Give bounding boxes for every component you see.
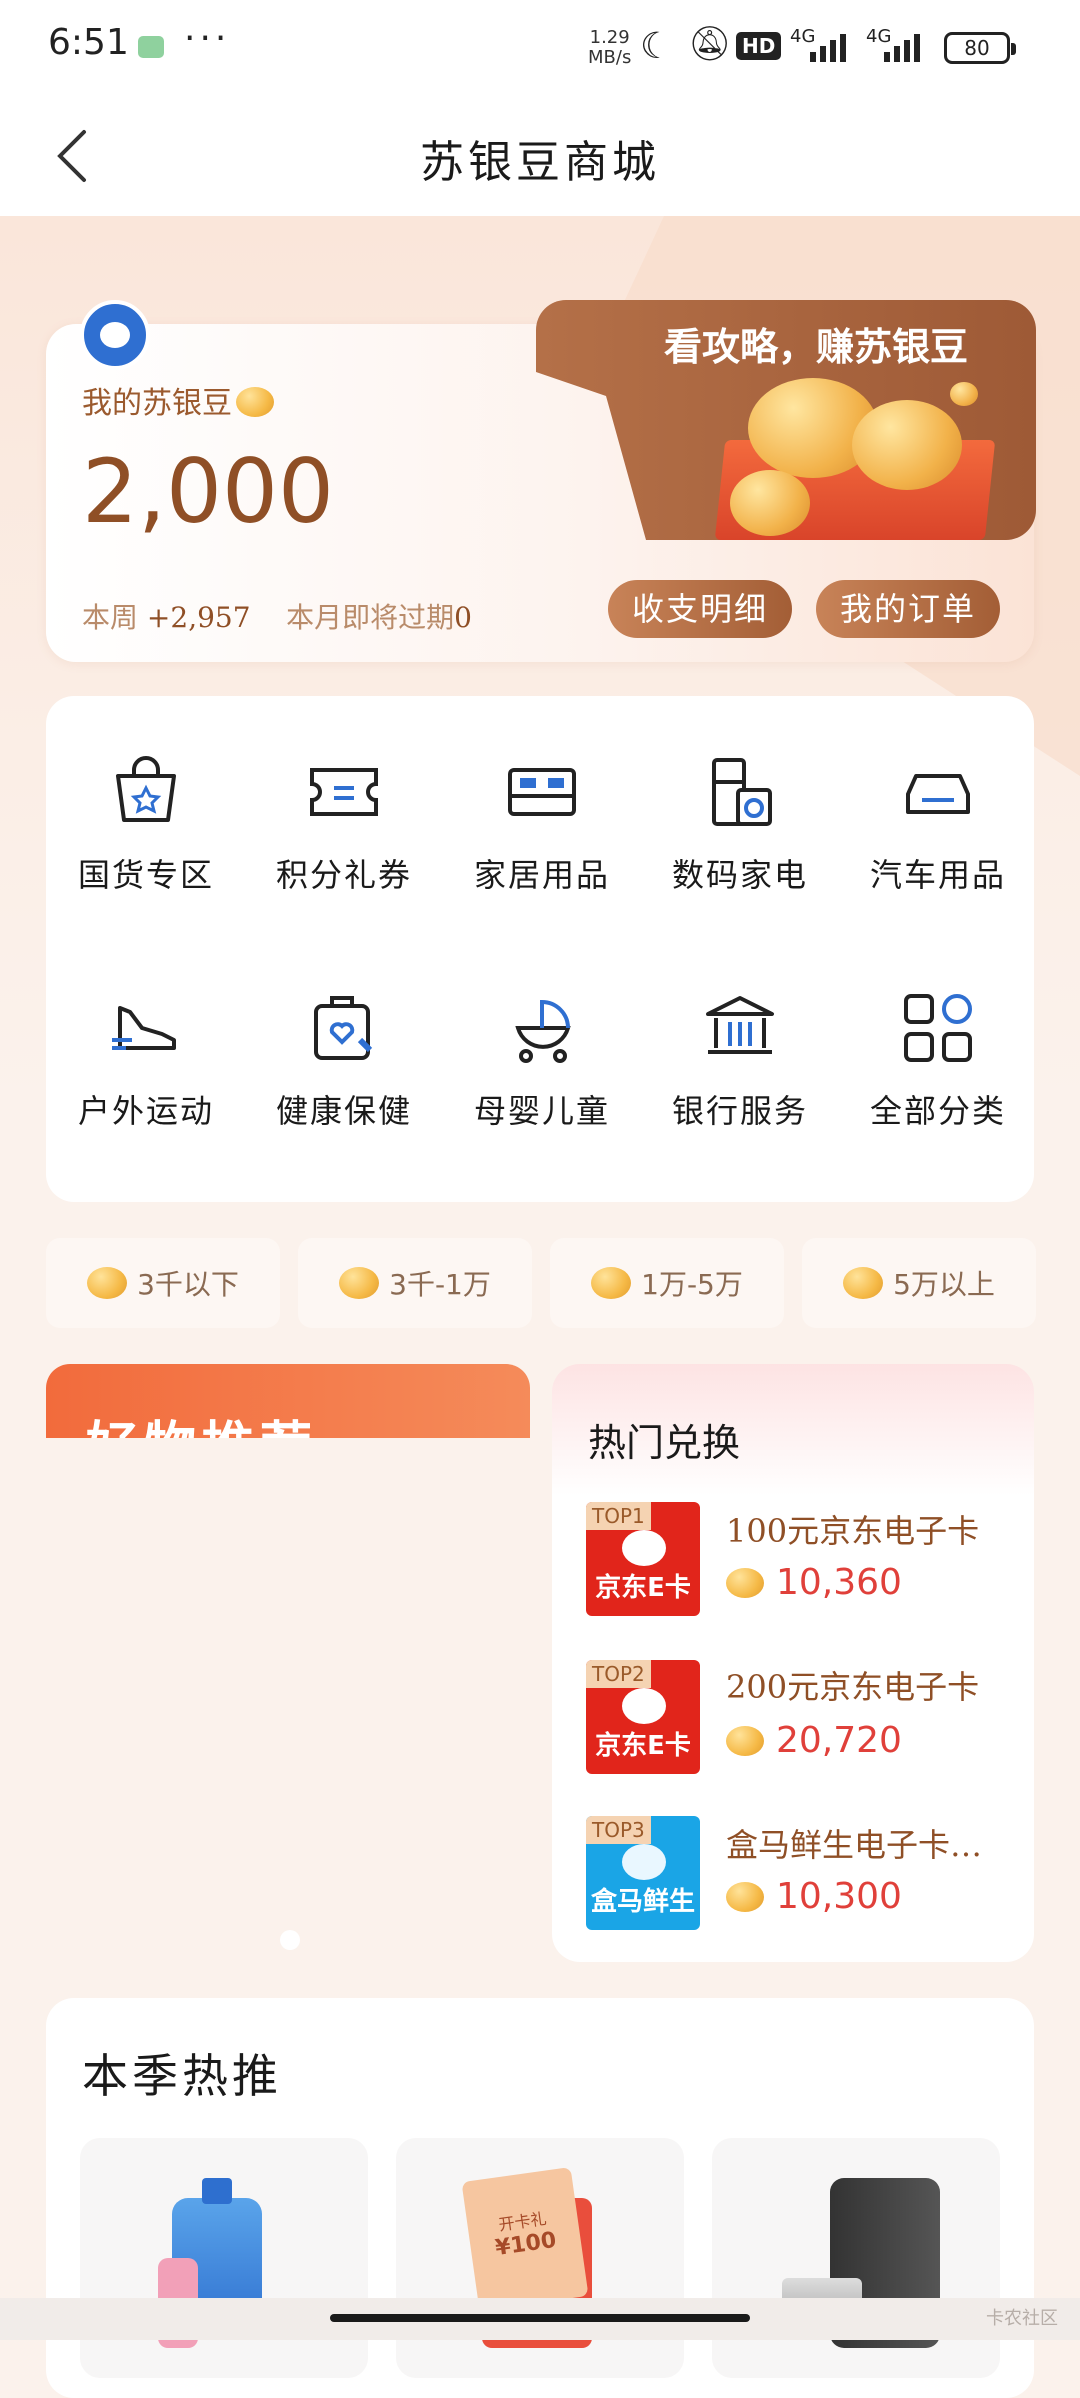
ticket-icon xyxy=(310,768,378,816)
hema-card-thumbnail[interactable]: TOP3 盒马鲜生 xyxy=(586,1816,700,1930)
hd-voice-icon: HD xyxy=(736,32,782,60)
earn-guide-text[interactable]: 看攻略，赚苏银豆 xyxy=(664,316,968,371)
mascot-avatar xyxy=(80,300,150,370)
item-price: 20,720 xyxy=(726,1720,902,1761)
category-outdoor[interactable]: 户外运动 xyxy=(56,988,236,1138)
bank-icon xyxy=(706,996,774,1054)
gift-card-image: 开卡礼 ¥100 xyxy=(461,2166,589,2312)
price-range-label: 3千以下 xyxy=(137,1268,239,1301)
carousel-indicator xyxy=(280,1930,300,1950)
category-health[interactable]: 健康保健 xyxy=(254,988,434,1138)
watermark: 卡农社区 xyxy=(986,2308,1058,2329)
bean-coin-icon xyxy=(726,1567,764,1598)
bean-coin-icon xyxy=(591,1267,632,1299)
season-hot-title: 本季热推 xyxy=(82,2049,282,2103)
bean-coin-icon xyxy=(726,1725,764,1756)
category-baby[interactable]: 母婴儿童 xyxy=(452,988,632,1138)
wechat-notification-icon xyxy=(138,36,164,58)
bean-coin-icon xyxy=(236,387,274,417)
my-orders-button[interactable]: 我的订单 xyxy=(816,580,1000,638)
nav-header: 苏银豆商城 xyxy=(0,96,1080,216)
bean-illustration xyxy=(730,470,810,536)
item-name[interactable]: 100元京东电子卡 xyxy=(726,1506,1016,1552)
card-brand-label: 京东E卡 xyxy=(595,1731,691,1761)
bean-coin-icon xyxy=(339,1267,380,1299)
appliance-icon xyxy=(712,758,772,826)
price-range-chip[interactable]: 1万-5万 xyxy=(550,1238,784,1328)
bean-coin-icon xyxy=(87,1267,128,1299)
home-indicator[interactable] xyxy=(330,2314,750,2322)
item-name[interactable]: 200元京东电子卡 xyxy=(726,1662,1016,1708)
category-digital[interactable]: 数码家电 xyxy=(650,752,830,902)
item-price: 10,300 xyxy=(726,1876,902,1917)
card-brand-label: 京东E卡 xyxy=(595,1573,691,1603)
grid-icon xyxy=(904,994,972,1062)
category-label: 家居用品 xyxy=(473,856,610,894)
rank-badge: TOP2 xyxy=(586,1660,651,1688)
statement-button[interactable]: 收支明细 xyxy=(608,580,792,638)
more-notifications-icon: ··· xyxy=(184,18,231,59)
car-icon xyxy=(906,774,970,814)
category-label: 银行服务 xyxy=(671,1092,808,1130)
category-label: 数码家电 xyxy=(671,856,808,894)
bag-star-icon xyxy=(116,756,176,822)
category-label: 国货专区 xyxy=(77,856,214,894)
category-label: 积分礼券 xyxy=(275,856,412,894)
product-card[interactable] xyxy=(712,2138,1000,2378)
bean-illustration xyxy=(950,382,978,406)
item-name[interactable]: 盒马鲜生电子卡… xyxy=(726,1820,1016,1866)
rank-badge: TOP3 xyxy=(586,1816,651,1844)
category-label: 全部分类 xyxy=(869,1092,1006,1130)
signal-icon xyxy=(810,34,846,62)
product-card[interactable]: 开卡礼 ¥100 xyxy=(396,2138,684,2378)
jd-dog-icon xyxy=(622,1688,666,1724)
category-auto[interactable]: 汽车用品 xyxy=(848,752,1028,902)
category-label: 汽车用品 xyxy=(869,856,1006,894)
price-range-label: 1万-5万 xyxy=(641,1268,743,1301)
health-kit-icon xyxy=(314,996,373,1060)
signal-icon-2 xyxy=(884,34,920,62)
hot-exchange-title: 热门兑换 xyxy=(588,1421,741,1465)
rank-badge: TOP1 xyxy=(586,1502,651,1530)
category-label: 母婴儿童 xyxy=(473,1092,610,1130)
jd-card-thumbnail[interactable]: TOP2 京东E卡 xyxy=(586,1660,700,1774)
category-all[interactable]: 全部分类 xyxy=(848,988,1028,1138)
bed-icon xyxy=(508,768,576,816)
battery-icon: 80 xyxy=(944,32,1016,64)
price-range-chip[interactable]: 3千以下 xyxy=(46,1238,280,1328)
card-brand-label: 盒马鲜生 xyxy=(590,1887,695,1917)
bean-coin-icon xyxy=(726,1881,764,1912)
recommended-banner[interactable]: 好物推荐 xyxy=(46,1364,530,1438)
my-bean-label: 我的苏银豆 xyxy=(82,378,274,422)
bean-balance: 2,000 xyxy=(82,440,334,543)
bottle-cap-image xyxy=(202,2178,232,2204)
network-speed: 1.29 MB/s xyxy=(588,27,632,68)
page-title: 苏银豆商城 xyxy=(420,137,660,188)
category-label: 户外运动 xyxy=(77,1092,214,1130)
price-range-chip[interactable]: 5万以上 xyxy=(802,1238,1036,1328)
bean-illustration xyxy=(852,400,962,490)
recommended-title: 好物推荐 xyxy=(86,1404,318,1438)
sneaker-icon xyxy=(112,1006,176,1050)
category-domestic[interactable]: 国货专区 xyxy=(56,752,236,902)
do-not-disturb-icon: ☾ xyxy=(640,26,673,67)
category-coupons[interactable]: 积分礼券 xyxy=(254,752,434,902)
price-range-label: 5万以上 xyxy=(893,1268,995,1301)
week-summary: 本周 +2,957 本月即将过期0 xyxy=(82,601,472,634)
category-bank[interactable]: 银行服务 xyxy=(650,988,830,1138)
bean-coin-icon xyxy=(843,1267,884,1299)
hema-hippo-icon xyxy=(622,1844,666,1880)
stroller-icon xyxy=(515,999,571,1063)
category-home[interactable]: 家居用品 xyxy=(452,752,632,902)
jd-card-thumbnail[interactable]: TOP1 京东E卡 xyxy=(586,1502,700,1616)
item-price: 10,360 xyxy=(726,1562,902,1603)
price-range-label: 3千-1万 xyxy=(389,1268,491,1301)
jd-dog-icon xyxy=(622,1530,666,1566)
category-label: 健康保健 xyxy=(275,1092,412,1130)
product-card[interactable] xyxy=(80,2138,368,2378)
mute-bell-icon: 🔕︎ xyxy=(688,24,732,64)
status-bar: 6:51 ··· 1.29 MB/s ☾ 🔕︎ HD 4G 4G 80 xyxy=(0,0,1080,96)
price-range-chip[interactable]: 3千-1万 xyxy=(298,1238,532,1328)
status-time: 6:51 xyxy=(48,22,129,63)
